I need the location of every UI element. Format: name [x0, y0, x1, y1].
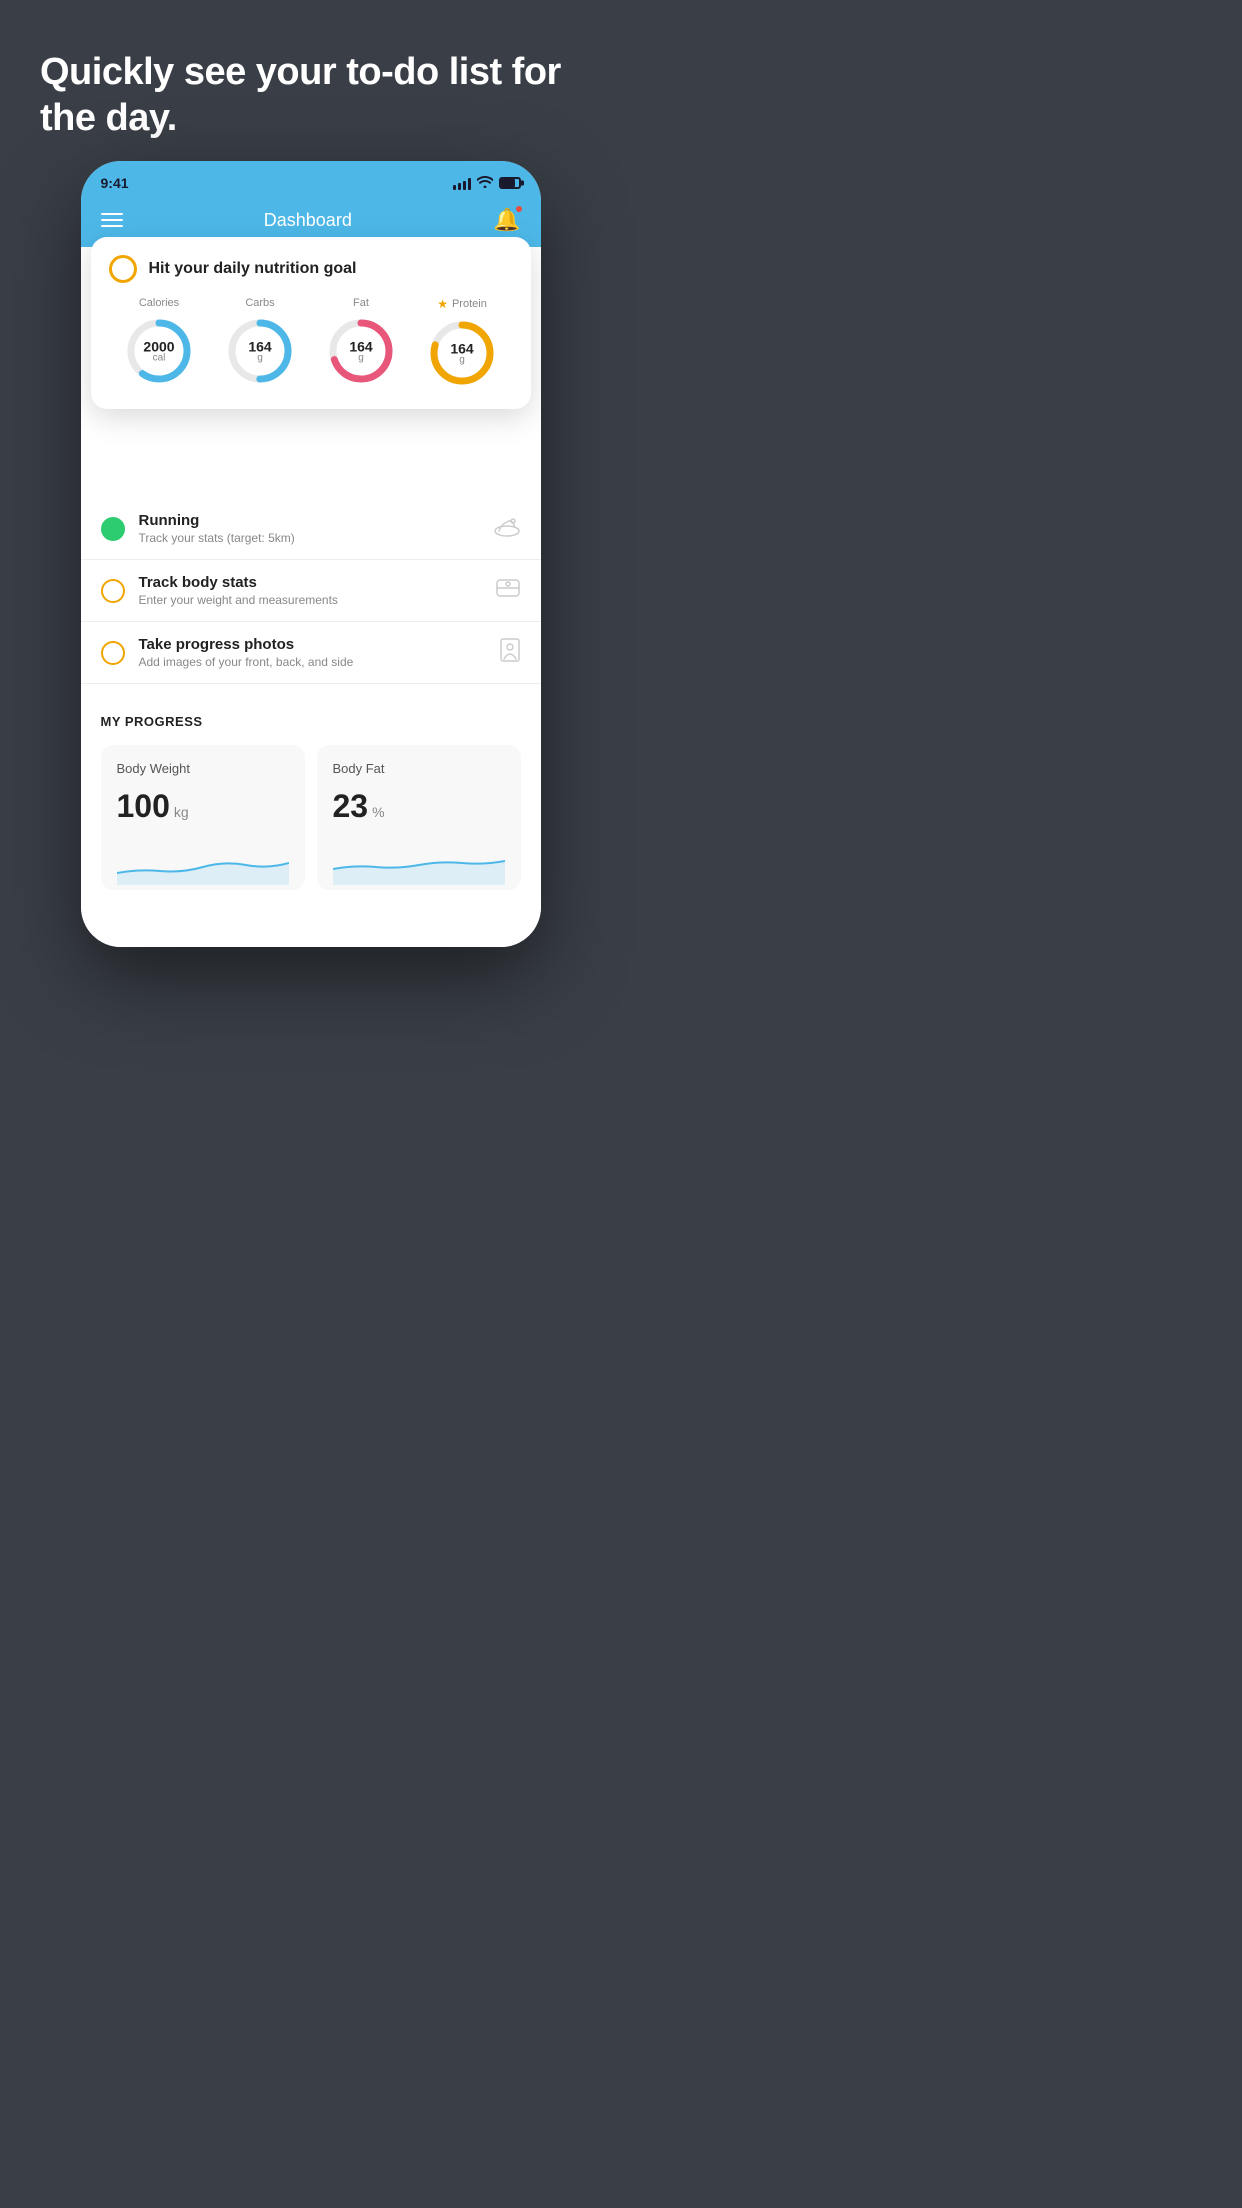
- todo-title-running: Running: [139, 512, 479, 529]
- scale-icon: [495, 577, 521, 605]
- wifi-icon: [477, 175, 493, 191]
- todo-circle-body-stats: [101, 579, 125, 603]
- body-weight-unit: kg: [174, 804, 189, 820]
- body-weight-number: 100: [117, 788, 170, 825]
- todo-text-running: Running Track your stats (target: 5km): [139, 512, 479, 545]
- todo-subtitle-photos: Add images of your front, back, and side: [139, 655, 485, 669]
- phone-container: 9:41: [0, 161, 621, 1104]
- todo-circle-running: [101, 517, 125, 541]
- stat-calories: Calories 2000 cal: [123, 297, 195, 389]
- bell-icon[interactable]: 🔔: [493, 207, 520, 233]
- phone-content: THINGS TO DO TODAY Hit your daily nutrit…: [81, 247, 541, 947]
- todo-item-running[interactable]: Running Track your stats (target: 5km): [81, 498, 541, 560]
- body-weight-value: 100 kg: [117, 788, 289, 825]
- todo-item-photos[interactable]: Take progress photos Add images of your …: [81, 622, 541, 684]
- stat-protein: ★ Protein 164 g: [426, 297, 498, 389]
- nutrition-check-circle: [109, 255, 137, 283]
- carbs-label: Carbs: [245, 297, 274, 309]
- calories-label: Calories: [139, 297, 179, 309]
- protein-donut: 164 g: [426, 317, 498, 389]
- battery-icon: [499, 177, 521, 189]
- progress-cards: Body Weight 100 kg B: [101, 745, 521, 890]
- todo-circle-photos: [101, 641, 125, 665]
- body-fat-chart: [333, 845, 505, 885]
- nutrition-stats: Calories 2000 cal: [109, 297, 513, 389]
- photo-icon: [499, 637, 521, 669]
- todo-text-photos: Take progress photos Add images of your …: [139, 636, 485, 669]
- status-bar: 9:41: [81, 161, 541, 197]
- stat-fat: Fat 164 g: [325, 297, 397, 389]
- body-fat-number: 23: [333, 788, 369, 825]
- phone-mockup: 9:41: [81, 161, 541, 947]
- todo-text-body-stats: Track body stats Enter your weight and m…: [139, 574, 481, 607]
- stat-carbs: Carbs 164 g: [224, 297, 296, 389]
- star-icon: ★: [437, 297, 448, 311]
- body-fat-value: 23 %: [333, 788, 505, 825]
- page-wrapper: Quickly see your to-do list for the day.…: [0, 0, 621, 1104]
- progress-section-header: MY PROGRESS: [101, 714, 521, 729]
- hero-headline: Quickly see your to-do list for the day.: [40, 50, 581, 141]
- todo-title-body-stats: Track body stats: [139, 574, 481, 591]
- calories-donut: 2000 cal: [123, 315, 195, 387]
- hero-section: Quickly see your to-do list for the day.: [0, 0, 621, 161]
- body-fat-card: Body Fat 23 %: [317, 745, 521, 890]
- todo-subtitle-running: Track your stats (target: 5km): [139, 531, 479, 545]
- notification-dot: [515, 205, 523, 213]
- nutrition-card: Hit your daily nutrition goal Calories: [91, 237, 531, 409]
- body-fat-title: Body Fat: [333, 761, 505, 776]
- protein-label: ★ Protein: [437, 297, 487, 311]
- nutrition-card-header: Hit your daily nutrition goal: [109, 255, 513, 283]
- body-fat-unit: %: [372, 804, 384, 820]
- fat-donut: 164 g: [325, 315, 397, 387]
- carbs-donut: 164 g: [224, 315, 296, 387]
- nutrition-card-title: Hit your daily nutrition goal: [149, 260, 357, 278]
- todo-subtitle-body-stats: Enter your weight and measurements: [139, 593, 481, 607]
- signal-bars-icon: [453, 176, 471, 190]
- status-icons: [453, 175, 521, 191]
- status-time: 9:41: [101, 175, 129, 191]
- hamburger-menu[interactable]: [101, 213, 123, 227]
- running-icon: [493, 515, 521, 543]
- body-weight-card: Body Weight 100 kg: [101, 745, 305, 890]
- body-weight-chart: [117, 845, 289, 885]
- body-weight-title: Body Weight: [117, 761, 289, 776]
- navbar-title: Dashboard: [264, 210, 352, 231]
- todo-title-photos: Take progress photos: [139, 636, 485, 653]
- todo-item-body-stats[interactable]: Track body stats Enter your weight and m…: [81, 560, 541, 622]
- fat-label: Fat: [353, 297, 369, 309]
- progress-section: MY PROGRESS Body Weight 100 kg: [81, 684, 541, 910]
